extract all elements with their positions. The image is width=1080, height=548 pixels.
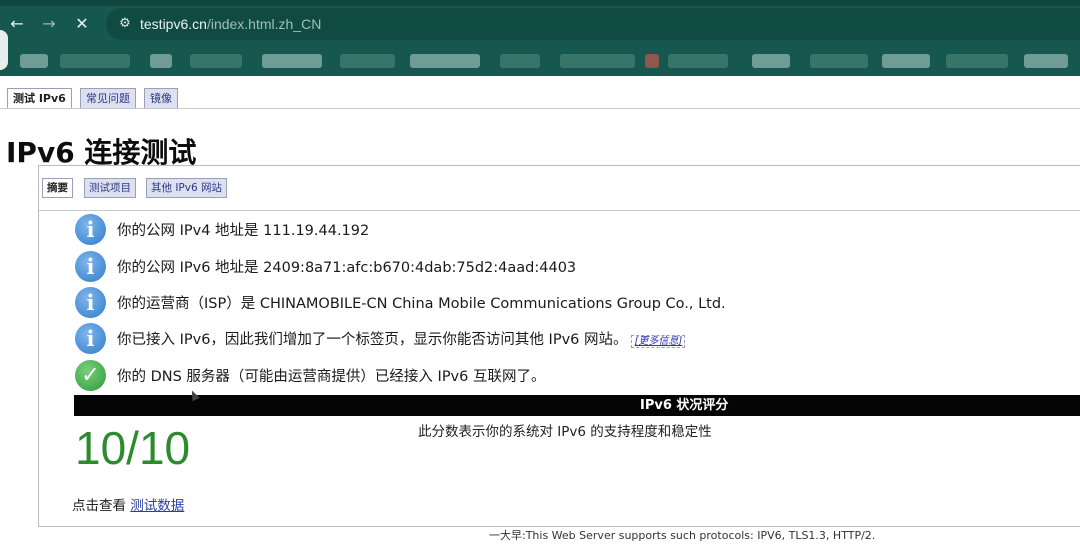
score-description: 此分数表示你的系统对 IPv6 的支持程度和稳定性 [418,424,712,440]
bookmark-item[interactable] [752,54,790,68]
bookmark-item[interactable] [20,54,48,68]
bookmark-item[interactable] [882,54,930,68]
tab-faq[interactable]: 常见问题 [80,88,136,109]
info-icon: i [75,287,106,318]
test-data-link[interactable]: 测试数据 [130,498,184,514]
score-header-bar: IPv6 状况评分 [74,395,1080,416]
tabs-divider [0,108,1080,109]
chrome-edge [0,30,8,70]
score-value: 10/10 [75,422,191,474]
bookmarks-bar [0,46,1080,76]
bookmark-item[interactable] [946,54,1008,68]
bookmark-item[interactable] [560,54,635,68]
address-bar[interactable]: ⚙ testipv6.cn/index.html.zh_CN [106,8,1080,40]
result-text: 你的运营商（ISP）是 CHINAMOBILE-CN China Mobile … [117,296,726,312]
bookmark-item[interactable] [1024,54,1068,68]
bookmark-item[interactable] [262,54,322,68]
bookmark-item[interactable] [668,54,728,68]
bookmark-item[interactable] [810,54,868,68]
result-text: 你的公网 IPv4 地址是 111.19.44.192 [117,223,370,239]
result-text: 你的公网 IPv6 地址是 2409:8a71:afc:b670:4dab:75… [117,260,577,276]
result-text-content: 你已接入 IPv6，因此我们增加了一个标签页，显示你能否访问其他 IPv6 网站… [117,332,628,348]
bookmark-item[interactable] [410,54,480,68]
tune-icon[interactable]: ⚙ [116,15,134,33]
bookmark-item[interactable] [60,54,130,68]
score-header: IPv6 状况评分 [640,398,729,413]
info-icon: i [75,251,106,282]
result-text: 你已接入 IPv6，因此我们增加了一个标签页，显示你能否访问其他 IPv6 网站… [117,328,686,349]
footer-note: 一大早:This Web Server supports such protoc… [489,529,876,542]
tab-test-items[interactable]: 测试项目 [84,178,136,198]
bookmark-item[interactable] [340,54,395,68]
tab-summary[interactable]: 摘要 [42,178,73,198]
tab-other-ipv6-sites[interactable]: 其他 IPv6 网站 [146,178,227,198]
url-text[interactable]: testipv6.cn/index.html.zh_CN [140,15,321,33]
bookmark-item[interactable] [150,54,172,68]
tab-test-ipv6[interactable]: 测试 IPv6 [7,88,72,109]
more-info-link[interactable]: [更多信息] [631,335,686,348]
info-icon: i [75,214,106,245]
bookmark-item[interactable] [645,54,659,68]
close-icon[interactable]: ✕ [70,12,94,36]
browser-chrome: ← → ✕ ⚙ testipv6.cn/index.html.zh_CN [0,0,1080,76]
bookmark-item[interactable] [190,54,242,68]
arrow-left-icon[interactable]: ← [5,12,29,36]
arrow-right-icon[interactable]: → [37,12,61,36]
summary-panel: 摘要 测试项目 其他 IPv6 网站 i 你的公网 IPv4 地址是 111.1… [38,165,1080,527]
test-data-prefix: 点击查看 [72,498,126,514]
check-icon: ✓ [75,360,106,391]
bookmark-item[interactable] [500,54,540,68]
info-icon: i [75,323,106,354]
tab-mirrors[interactable]: 镜像 [144,88,178,109]
inner-tabs-divider [39,210,1080,211]
result-text: 你的 DNS 服务器（可能由运营商提供）已经接入 IPv6 互联网了。 [117,369,546,385]
test-data-line: 点击查看 测试数据 [72,494,184,514]
tab-strip [0,0,1080,6]
